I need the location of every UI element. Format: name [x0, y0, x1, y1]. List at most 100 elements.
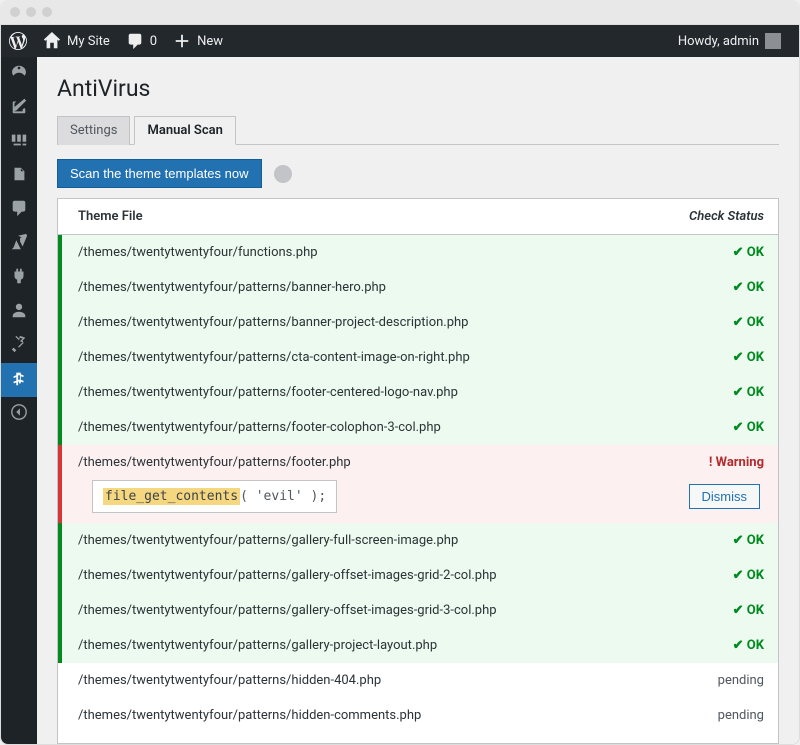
tab-manual-scan[interactable]: Manual Scan: [134, 116, 235, 145]
pages-icon: [10, 165, 28, 187]
status-label: ✔ OK: [654, 638, 764, 653]
new-content-link[interactable]: New: [165, 25, 231, 57]
page-title: AntiVirus: [57, 75, 779, 102]
table-row: /themes/twentytwentyfour/patterns/galler…: [58, 628, 778, 663]
file-path: /themes/twentytwentyfour/patterns/banner…: [78, 315, 654, 330]
status-label: ✔ OK: [654, 245, 764, 260]
table-row: /themes/twentytwentyfour/patterns/hidden…: [58, 663, 778, 698]
table-row: /themes/twentytwentyfour/patterns/banner…: [58, 270, 778, 305]
status-label: ✔ OK: [654, 350, 764, 365]
comments-count: 0: [150, 34, 157, 49]
status-label: ✔ OK: [654, 603, 764, 618]
home-icon: [43, 32, 61, 50]
table-row: /themes/twentytwentyfour/patterns/banner…: [58, 305, 778, 340]
users-icon: [10, 301, 28, 323]
status-label: pending: [654, 673, 764, 688]
avatar-icon: [765, 33, 781, 49]
site-name: My Site: [67, 34, 110, 49]
posts-icon: [10, 97, 28, 119]
window-dot: [10, 7, 20, 17]
wp-logo[interactable]: [1, 25, 35, 57]
site-name-link[interactable]: My Site: [35, 25, 118, 57]
spinner-icon: [274, 165, 292, 183]
table-row: /themes/twentytwentyfour/patterns/hidden…: [58, 698, 778, 733]
file-path: /themes/twentytwentyfour/functions.php: [78, 245, 654, 260]
sidebar-item-media[interactable]: [1, 125, 37, 159]
file-path: /themes/twentytwentyfour/patterns/galler…: [78, 638, 654, 653]
table-row: /themes/twentytwentyfour/functions.php✔ …: [58, 235, 778, 270]
status-label: ✔ OK: [654, 568, 764, 583]
table-row: /themes/twentytwentyfour/patterns/footer…: [58, 445, 778, 523]
warning-code: file_get_contents( 'evil' );: [92, 480, 337, 513]
plus-icon: [173, 32, 191, 50]
collapse-icon: [10, 403, 28, 425]
greeting-text: Howdy, admin: [678, 34, 759, 49]
plugins-icon: [10, 267, 28, 289]
tools-icon: [10, 335, 28, 357]
status-label: ✔ OK: [654, 280, 764, 295]
browser-chrome: [0, 0, 800, 24]
window-dot: [42, 7, 52, 17]
status-label: ✔ OK: [654, 385, 764, 400]
sidebar-item-users[interactable]: [1, 295, 37, 329]
tabs: SettingsManual Scan: [57, 116, 779, 145]
file-path: /themes/twentytwentyfour/patterns/hidden…: [78, 708, 654, 723]
table-header: Theme File Check Status: [58, 199, 778, 235]
comments-link[interactable]: 0: [118, 25, 165, 57]
status-label: ✔ OK: [654, 420, 764, 435]
sidebar-item-comments[interactable]: [1, 193, 37, 227]
body: AntiVirus SettingsManual Scan Scan the t…: [1, 57, 799, 744]
code-highlight: file_get_contents: [103, 488, 240, 505]
status-label: ✔ OK: [654, 315, 764, 330]
media-icon: [10, 131, 28, 153]
file-path: /themes/twentytwentyfour/patterns/footer…: [78, 420, 654, 435]
scan-button[interactable]: Scan the theme templates now: [57, 159, 262, 188]
header-file: Theme File: [78, 209, 654, 224]
sidebar-item-plugins[interactable]: [1, 261, 37, 295]
content: AntiVirus SettingsManual Scan Scan the t…: [37, 57, 799, 744]
tab-settings[interactable]: Settings: [57, 116, 130, 145]
app: My Site 0 New Howdy, admin: [0, 24, 800, 745]
sidebar-item-dashboard[interactable]: [1, 57, 37, 91]
scan-results-table: Theme File Check Status /themes/twentytw…: [57, 198, 779, 744]
status-label: pending: [654, 708, 764, 723]
admin-sidebar: [1, 57, 37, 744]
window-dot: [26, 7, 36, 17]
comment-icon: [126, 32, 144, 50]
header-status: Check Status: [654, 209, 764, 224]
scan-row: Scan the theme templates now: [57, 159, 779, 188]
new-label: New: [197, 34, 223, 49]
file-path: /themes/twentytwentyfour/patterns/banner…: [78, 280, 654, 295]
warning-detail: file_get_contents( 'evil' ); Dismiss: [78, 480, 764, 513]
file-path: /themes/twentytwentyfour/patterns/hidden…: [78, 673, 654, 688]
file-path: /themes/twentytwentyfour/patterns/galler…: [78, 533, 654, 548]
sidebar-item-tools[interactable]: [1, 329, 37, 363]
file-path: /themes/twentytwentyfour/patterns/footer…: [78, 455, 654, 470]
wordpress-icon: [9, 32, 27, 50]
file-path: /themes/twentytwentyfour/patterns/galler…: [78, 603, 654, 618]
table-row: /themes/twentytwentyfour/patterns/footer…: [58, 410, 778, 445]
dashboard-icon: [10, 63, 28, 85]
status-label: ! Warning: [654, 455, 764, 470]
user-greeting-link[interactable]: Howdy, admin: [670, 25, 789, 57]
table-body: /themes/twentytwentyfour/functions.php✔ …: [58, 235, 778, 743]
sidebar-item-appearance[interactable]: [1, 227, 37, 261]
file-path: /themes/twentytwentyfour/patterns/cta-co…: [78, 350, 654, 365]
sidebar-item-antivirus[interactable]: [1, 363, 37, 397]
code-tail: ( 'evil' );: [240, 489, 326, 504]
appearance-icon: [10, 233, 28, 255]
dismiss-button[interactable]: Dismiss: [689, 484, 761, 509]
status-label: ✔ OK: [654, 533, 764, 548]
sidebar-item-pages[interactable]: [1, 159, 37, 193]
table-row: /themes/twentytwentyfour/patterns/footer…: [58, 375, 778, 410]
file-path: /themes/twentytwentyfour/patterns/footer…: [78, 385, 654, 400]
admin-bar: My Site 0 New Howdy, admin: [1, 25, 799, 57]
table-row: /themes/twentytwentyfour/patterns/cta-co…: [58, 340, 778, 375]
comments-icon: [10, 199, 28, 221]
antivirus-icon: [10, 369, 28, 391]
sidebar-item-posts[interactable]: [1, 91, 37, 125]
table-row: /themes/twentytwentyfour/patterns/galler…: [58, 558, 778, 593]
file-path: /themes/twentytwentyfour/patterns/galler…: [78, 568, 654, 583]
table-row: /themes/twentytwentyfour/patterns/galler…: [58, 523, 778, 558]
sidebar-item-collapse[interactable]: [1, 397, 37, 431]
